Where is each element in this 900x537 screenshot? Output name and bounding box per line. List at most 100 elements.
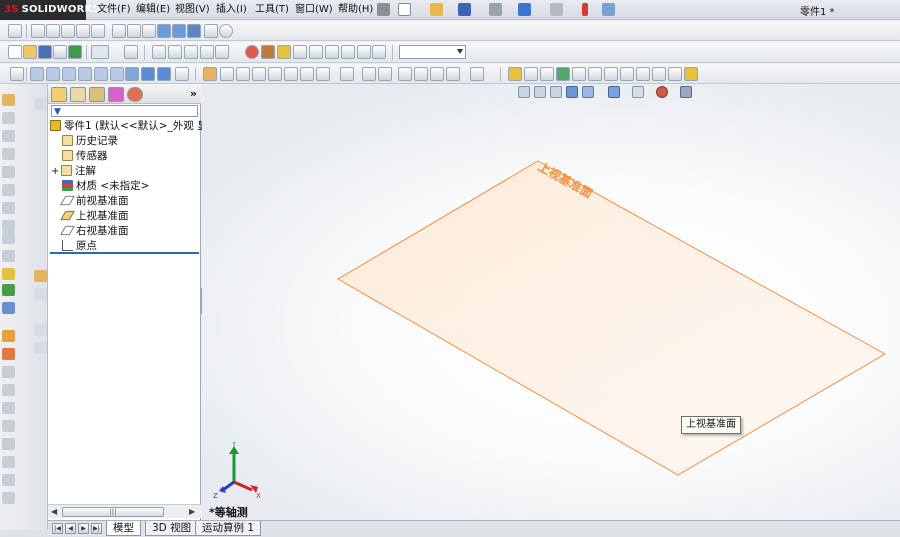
cut-loft-icon[interactable] [2, 220, 15, 232]
menu-edit[interactable]: 编辑(E) [136, 3, 170, 17]
tab-model[interactable]: 模型 [106, 521, 141, 536]
scroll-left-icon[interactable]: ◀ [51, 507, 57, 516]
left-view-icon[interactable] [62, 67, 76, 81]
dome-icon[interactable] [378, 67, 392, 81]
color-icon[interactable] [245, 45, 259, 59]
sweep-icon[interactable] [236, 67, 250, 81]
configuration-manager-tab-icon[interactable] [89, 87, 105, 102]
rib-icon[interactable] [300, 67, 314, 81]
secondary-rect-icon[interactable] [34, 342, 47, 354]
scroll-right-icon[interactable]: ▶ [189, 507, 195, 516]
circular-pattern-icon[interactable] [414, 67, 428, 81]
cut-extrude-icon[interactable] [2, 166, 15, 178]
tree-item-annotations[interactable]: + 注解 [51, 164, 96, 179]
save-file-icon[interactable] [38, 45, 52, 59]
tab-3d-view[interactable]: 3D 视图 [145, 521, 199, 536]
relations-icon[interactable] [684, 67, 698, 81]
linear-pattern-icon[interactable] [398, 67, 412, 81]
extrude-icon[interactable] [203, 67, 217, 81]
view-orientation-icon[interactable] [91, 24, 105, 38]
slot-icon[interactable] [620, 67, 634, 81]
reference-geometry-icon[interactable] [470, 67, 484, 81]
rebuild-icon[interactable] [582, 3, 588, 16]
hidden-lines-visible-icon[interactable] [127, 24, 141, 38]
graphics-area[interactable]: 上视基准面 上视基准面 Y X Z *等轴测 [202, 84, 900, 520]
curves-icon[interactable] [2, 284, 15, 296]
photo-icon[interactable] [357, 45, 371, 59]
revolve-boss-icon[interactable] [2, 112, 15, 124]
chamfer-icon[interactable] [284, 67, 298, 81]
undo-icon[interactable] [518, 3, 531, 16]
trim-tool-icon[interactable] [2, 456, 15, 468]
menu-tools[interactable]: 工具(T) [255, 3, 289, 17]
grid-icon[interactable] [215, 45, 229, 59]
decal-icon[interactable] [277, 45, 291, 59]
first-tab-icon[interactable]: |◀ [52, 523, 63, 534]
rect-tool-icon[interactable] [2, 384, 15, 396]
normal-to-icon[interactable] [10, 67, 24, 81]
top-view-icon[interactable] [94, 67, 108, 81]
back-view-icon[interactable] [46, 67, 60, 81]
smart-dim-tool-icon[interactable] [2, 348, 15, 360]
line-icon[interactable] [524, 67, 538, 81]
menu-insert[interactable]: 插入(I) [216, 3, 247, 17]
offset-icon[interactable] [668, 67, 682, 81]
redo-icon[interactable] [550, 3, 563, 16]
new-icon[interactable] [8, 45, 22, 59]
print-icon[interactable] [489, 3, 502, 16]
tree-item-top-plane[interactable]: 上视基准面 [60, 209, 129, 224]
mirror-tool-icon[interactable] [2, 474, 15, 486]
save-icon[interactable] [458, 3, 471, 16]
feature-manager-tab-icon[interactable] [51, 87, 67, 102]
texture-icon[interactable] [261, 45, 275, 59]
wireframe-icon[interactable] [112, 24, 126, 38]
draft-icon[interactable] [316, 67, 330, 81]
point-icon[interactable] [636, 67, 650, 81]
trimetric-view-icon[interactable] [141, 67, 155, 81]
line-style-icon[interactable] [200, 45, 214, 59]
arc-tool-icon[interactable] [2, 420, 15, 432]
trim-icon[interactable] [652, 67, 666, 81]
tab-motion-study[interactable]: 运动算例 1 [195, 521, 262, 536]
render-icon[interactable] [341, 45, 355, 59]
rotate-icon[interactable] [61, 24, 75, 38]
configuration-select[interactable] [399, 45, 466, 59]
line-tool-icon[interactable] [2, 366, 15, 378]
curve-icon[interactable] [446, 67, 460, 81]
cut-revolve-icon[interactable] [2, 184, 15, 196]
secondary-tool-icon[interactable] [34, 98, 47, 110]
secondary-dim-icon[interactable] [34, 288, 47, 300]
dimetric-view-icon[interactable] [157, 67, 171, 81]
dimxpert-tab-icon[interactable] [108, 87, 124, 102]
zoom-fit-icon[interactable] [31, 24, 45, 38]
rebuild-all-icon[interactable] [68, 45, 82, 59]
shaded-icon[interactable] [172, 24, 186, 38]
secondary-sketch-icon[interactable] [34, 270, 47, 282]
mirror-icon[interactable] [430, 67, 444, 81]
tree-item-right-plane[interactable]: 右视基准面 [60, 224, 129, 239]
loft-icon[interactable] [252, 67, 266, 81]
options-icon[interactable] [602, 3, 615, 16]
tree-expander[interactable]: + [51, 164, 61, 179]
spline-tool-icon[interactable] [2, 438, 15, 450]
tree-item-history[interactable]: 历史记录 [62, 134, 118, 149]
display-manager-tab-icon[interactable] [127, 87, 143, 102]
smart-dimension-icon[interactable] [8, 24, 22, 38]
camera-icon[interactable] [325, 45, 339, 59]
zoom-area-icon[interactable] [46, 24, 60, 38]
open-icon[interactable] [430, 3, 443, 16]
reference-plane-icon[interactable] [2, 268, 15, 280]
shaded-with-edges-icon[interactable] [157, 24, 171, 38]
shell-icon[interactable] [340, 67, 354, 81]
arc-icon[interactable] [572, 67, 586, 81]
isometric-view-icon[interactable] [125, 67, 139, 81]
circle-icon[interactable] [556, 67, 570, 81]
front-view-icon[interactable] [30, 67, 44, 81]
feature-filter-input[interactable]: ▼ [51, 105, 198, 117]
hole-wizard-icon[interactable] [362, 67, 376, 81]
spline-icon[interactable] [588, 67, 602, 81]
right-view-icon[interactable] [78, 67, 92, 81]
last-tab-icon[interactable]: ▶| [91, 523, 102, 534]
sketch-icon[interactable] [508, 67, 522, 81]
menu-window[interactable]: 窗口(W) [295, 3, 333, 17]
